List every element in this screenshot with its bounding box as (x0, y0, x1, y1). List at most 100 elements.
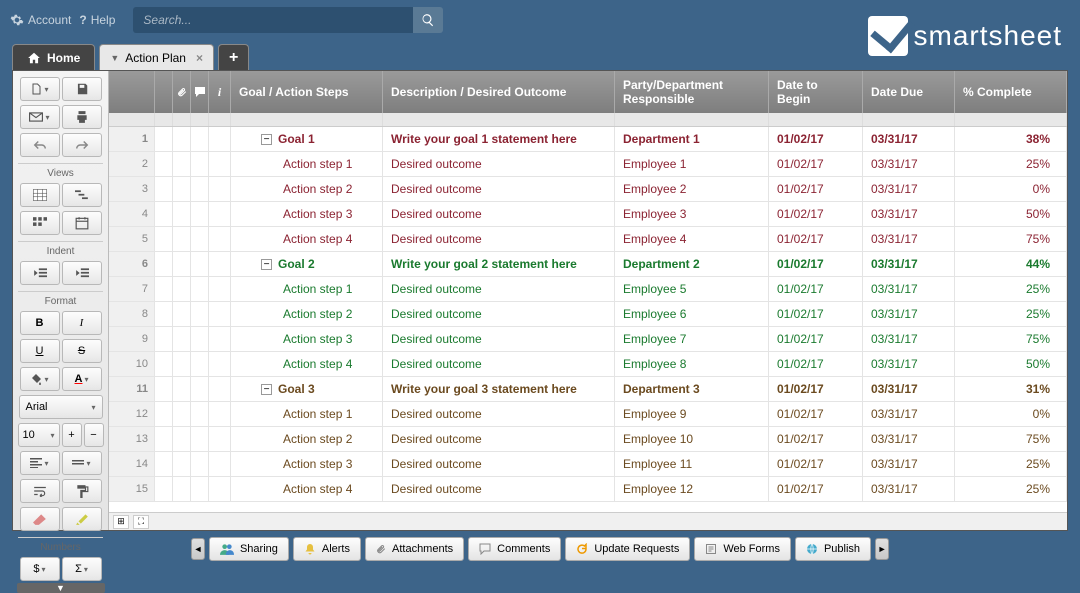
comment-cell[interactable] (191, 127, 209, 151)
cell-begin[interactable]: 01/02/17 (769, 377, 863, 401)
comment-cell[interactable] (191, 202, 209, 226)
table-row[interactable]: 4Action step 3Desired outcomeEmployee 30… (109, 202, 1067, 227)
row-number[interactable]: 3 (109, 177, 155, 201)
cell-desc[interactable]: Write your goal 3 statement here (383, 377, 615, 401)
cell-begin[interactable]: 01/02/17 (769, 302, 863, 326)
info-cell[interactable] (209, 177, 231, 201)
align-v-button[interactable]: ▾ (62, 451, 102, 475)
info-cell[interactable] (209, 327, 231, 351)
row-number[interactable]: 8 (109, 302, 155, 326)
cell-due[interactable]: 03/31/17 (863, 227, 955, 251)
cell-pct[interactable]: 25% (955, 277, 1067, 301)
table-row[interactable]: 8Action step 2Desired outcomeEmployee 60… (109, 302, 1067, 327)
font-size-select[interactable]: 10▾ (18, 423, 60, 447)
info-cell[interactable] (209, 277, 231, 301)
cell-desc[interactable]: Desired outcome (383, 477, 615, 501)
cell-desc[interactable]: Desired outcome (383, 402, 615, 426)
save-button[interactable] (62, 77, 102, 101)
collapse-sidebar-button[interactable]: ▼ (17, 583, 105, 593)
cell-pct[interactable]: 25% (955, 152, 1067, 176)
row-number[interactable]: 6 (109, 252, 155, 276)
cell-pct[interactable]: 50% (955, 352, 1067, 376)
comment-cell[interactable] (191, 427, 209, 451)
comment-cell[interactable] (191, 227, 209, 251)
table-row[interactable]: 2Action step 1Desired outcomeEmployee 10… (109, 152, 1067, 177)
cell-primary[interactable]: Action step 1 (231, 402, 383, 426)
scroll-right-button[interactable]: ► (875, 538, 889, 560)
info-cell[interactable] (209, 352, 231, 376)
cell-party[interactable]: Employee 8 (615, 352, 769, 376)
comments-button[interactable]: Comments (468, 537, 561, 561)
cell-begin[interactable]: 01/02/17 (769, 152, 863, 176)
search-button[interactable] (413, 7, 443, 33)
attach-cell[interactable] (173, 177, 191, 201)
cell-pct[interactable]: 25% (955, 452, 1067, 476)
sheet-tab[interactable]: ▼ Action Plan × (99, 44, 214, 70)
collapse-icon[interactable]: − (261, 134, 272, 145)
highlight-button[interactable] (62, 507, 102, 531)
print-button[interactable] (62, 105, 102, 129)
cell-due[interactable]: 03/31/17 (863, 277, 955, 301)
attach-cell[interactable] (173, 427, 191, 451)
cell-begin[interactable]: 01/02/17 (769, 127, 863, 151)
cell-due[interactable]: 03/31/17 (863, 327, 955, 351)
cell-desc[interactable]: Desired outcome (383, 302, 615, 326)
gantt-view-button[interactable] (62, 183, 102, 207)
fill-color-button[interactable]: ▾ (20, 367, 60, 391)
info-cell[interactable] (209, 227, 231, 251)
info-cell[interactable] (209, 402, 231, 426)
comment-cell[interactable] (191, 277, 209, 301)
scroll-left-button[interactable]: ◄ (191, 538, 205, 560)
expand-cell[interactable] (155, 377, 173, 401)
table-row[interactable]: 7Action step 1Desired outcomeEmployee 50… (109, 277, 1067, 302)
cell-pct[interactable]: 44% (955, 252, 1067, 276)
cell-primary[interactable]: Action step 4 (231, 477, 383, 501)
info-cell[interactable] (209, 377, 231, 401)
outdent-button[interactable] (20, 261, 60, 285)
format-painter-button[interactable] (62, 479, 102, 503)
cell-begin[interactable]: 01/02/17 (769, 227, 863, 251)
collapse-icon[interactable]: − (261, 384, 272, 395)
attach-cell[interactable] (173, 252, 191, 276)
home-tab[interactable]: Home (12, 44, 95, 70)
undo-button[interactable] (20, 133, 60, 157)
expand-cell[interactable] (155, 252, 173, 276)
row-number[interactable]: 10 (109, 352, 155, 376)
close-tab-icon[interactable]: × (196, 51, 203, 65)
table-row[interactable]: 12Action step 1Desired outcomeEmployee 9… (109, 402, 1067, 427)
cell-primary[interactable]: −Goal 3 (231, 377, 383, 401)
strike-button[interactable]: S (62, 339, 102, 363)
cell-party[interactable]: Employee 6 (615, 302, 769, 326)
cell-due[interactable]: 03/31/17 (863, 152, 955, 176)
attach-cell[interactable] (173, 302, 191, 326)
table-row[interactable]: 3Action step 2Desired outcomeEmployee 20… (109, 177, 1067, 202)
col-due[interactable]: Date Due (863, 71, 955, 113)
info-cell[interactable] (209, 127, 231, 151)
row-number[interactable]: 11 (109, 377, 155, 401)
cell-desc[interactable]: Desired outcome (383, 202, 615, 226)
cell-primary[interactable]: Action step 3 (231, 327, 383, 351)
cell-desc[interactable]: Desired outcome (383, 452, 615, 476)
expand-all-button[interactable]: ⛶ (133, 515, 149, 529)
cell-pct[interactable]: 75% (955, 427, 1067, 451)
cell-pct[interactable]: 31% (955, 377, 1067, 401)
expand-cell[interactable] (155, 452, 173, 476)
cell-pct[interactable]: 38% (955, 127, 1067, 151)
italic-button[interactable]: I (62, 311, 102, 335)
cell-pct[interactable]: 25% (955, 477, 1067, 501)
add-tab[interactable]: + (218, 44, 249, 70)
cell-party[interactable]: Department 2 (615, 252, 769, 276)
cell-primary[interactable]: Action step 1 (231, 277, 383, 301)
comments-header[interactable] (191, 71, 209, 113)
font-select[interactable]: Arial▾ (19, 395, 103, 419)
info-cell[interactable] (209, 152, 231, 176)
comment-cell[interactable] (191, 327, 209, 351)
expand-header[interactable] (155, 71, 173, 113)
reminders-header[interactable]: i (209, 71, 231, 113)
expand-cell[interactable] (155, 227, 173, 251)
row-number[interactable]: 9 (109, 327, 155, 351)
comment-cell[interactable] (191, 302, 209, 326)
rownum-header[interactable] (109, 71, 155, 113)
attach-cell[interactable] (173, 227, 191, 251)
col-primary[interactable]: Goal / Action Steps (231, 71, 383, 113)
